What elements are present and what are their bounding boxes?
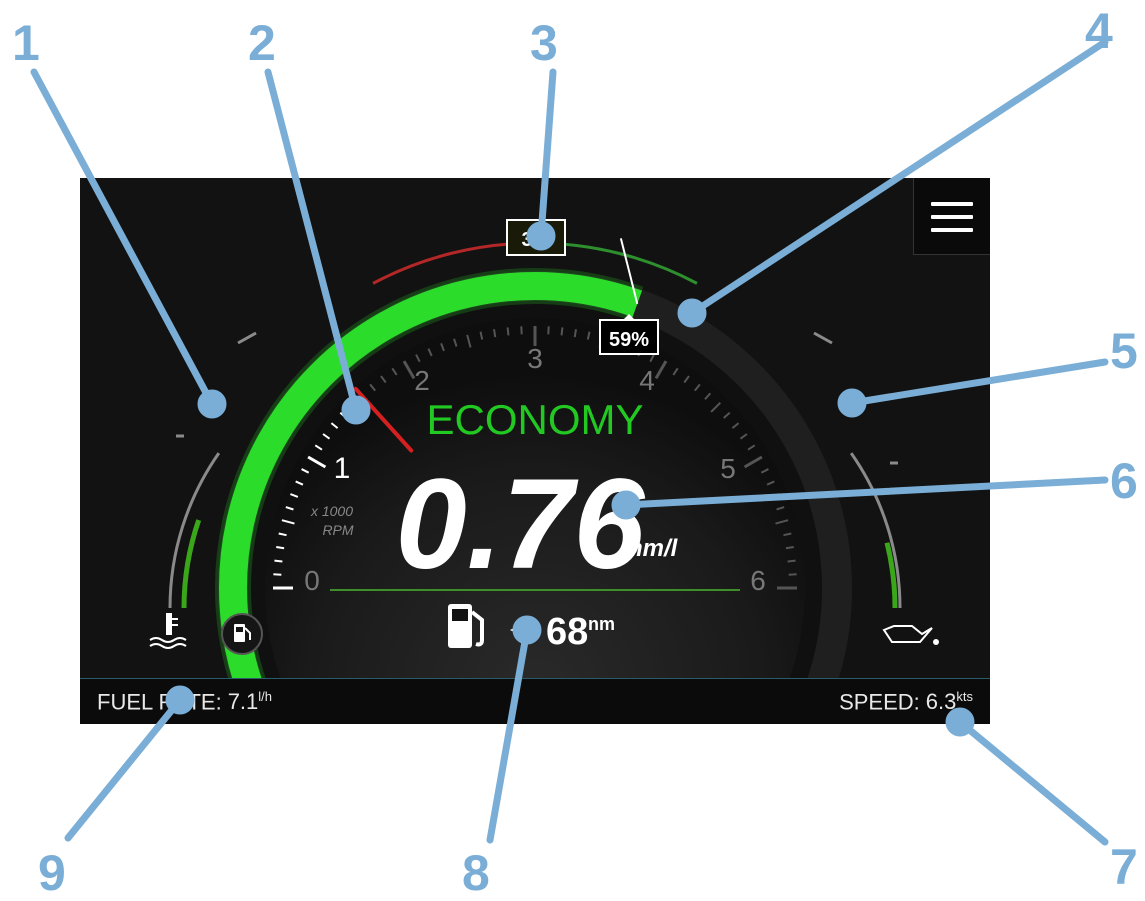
coolant-temp-icon bbox=[150, 613, 186, 648]
range-unit: nm bbox=[588, 614, 615, 634]
rpm-tick bbox=[788, 561, 796, 562]
menu-icon bbox=[931, 202, 973, 206]
rpm-label-4: 4 bbox=[639, 365, 655, 396]
rpm-tick bbox=[562, 327, 563, 335]
callout-line-7 bbox=[960, 722, 1105, 842]
rpm-unit-line1: x 1000 bbox=[310, 503, 353, 519]
rpm-tick bbox=[276, 547, 284, 548]
oil-gauge-ticks bbox=[814, 333, 898, 463]
rpm-tick bbox=[508, 327, 509, 335]
rpm-label-1: 1 bbox=[334, 452, 351, 485]
callout-number-4: 4 bbox=[1085, 6, 1113, 56]
rpm-tick bbox=[575, 329, 576, 337]
callout-number-9: 9 bbox=[38, 848, 66, 898]
callout-number-5: 5 bbox=[1110, 326, 1138, 376]
rpm-label-5: 5 bbox=[720, 453, 736, 484]
range-value: 68 bbox=[546, 611, 588, 653]
menu-button[interactable] bbox=[913, 178, 990, 255]
speed-unit: kts bbox=[956, 689, 973, 704]
fuel-pump-button[interactable] bbox=[222, 614, 262, 654]
rpm-tick bbox=[786, 547, 794, 548]
rpm-label-3: 3 bbox=[527, 343, 543, 374]
throttle-percent-label: 59% bbox=[609, 329, 649, 351]
rpm-label-2: 2 bbox=[414, 365, 430, 396]
rpm-tick bbox=[494, 329, 495, 337]
menu-icon-bar bbox=[931, 215, 973, 219]
speed-label: SPEED: bbox=[839, 689, 920, 714]
fuel-rate-value: 7.1 bbox=[228, 689, 259, 714]
coolant-gauge-ticks bbox=[176, 333, 256, 436]
rpm-tick bbox=[274, 561, 282, 562]
speed-readout: SPEED:6.3kts bbox=[839, 689, 973, 715]
rpm-label-0: 0 bbox=[304, 565, 320, 596]
callout-number-3: 3 bbox=[530, 18, 558, 68]
rpm-unit-line2: RPM bbox=[322, 522, 353, 538]
callout-number-8: 8 bbox=[462, 848, 490, 898]
coolant-gauge-level bbox=[184, 520, 199, 608]
throttle-percent-box: 59% bbox=[600, 314, 658, 354]
callout-number-7: 7 bbox=[1110, 842, 1138, 892]
fuel-rate-readout: FUEL RATE:7.1l/h bbox=[97, 689, 272, 715]
top-marker-box: 3 bbox=[507, 220, 565, 255]
callout-number-1: 1 bbox=[12, 18, 40, 68]
oil-pressure-icon bbox=[884, 626, 939, 645]
fuel-rate-unit: l/h bbox=[258, 689, 272, 704]
gauge-canvas: 0 1 2 3 4 5 6 x 1000 RPM ECONOMY 0.76 nm… bbox=[80, 178, 990, 724]
callout-number-2: 2 bbox=[248, 18, 276, 68]
mode-label: ECONOMY bbox=[426, 396, 643, 443]
marine-engine-display: 0 1 2 3 4 5 6 x 1000 RPM ECONOMY 0.76 nm… bbox=[80, 178, 990, 724]
speed-value: 6.3 bbox=[926, 689, 957, 714]
callout-number-6: 6 bbox=[1110, 456, 1138, 506]
economy-value: 0.76 bbox=[395, 453, 645, 596]
fuel-rate-label: FUEL RATE: bbox=[97, 689, 222, 714]
status-bar: FUEL RATE:7.1l/h SPEED:6.3kts bbox=[80, 678, 990, 724]
rpm-label-6: 6 bbox=[750, 565, 766, 596]
top-marker-label: 3 bbox=[521, 229, 532, 251]
economy-unit: nm/l bbox=[628, 535, 679, 562]
menu-icon-bar bbox=[931, 228, 973, 232]
